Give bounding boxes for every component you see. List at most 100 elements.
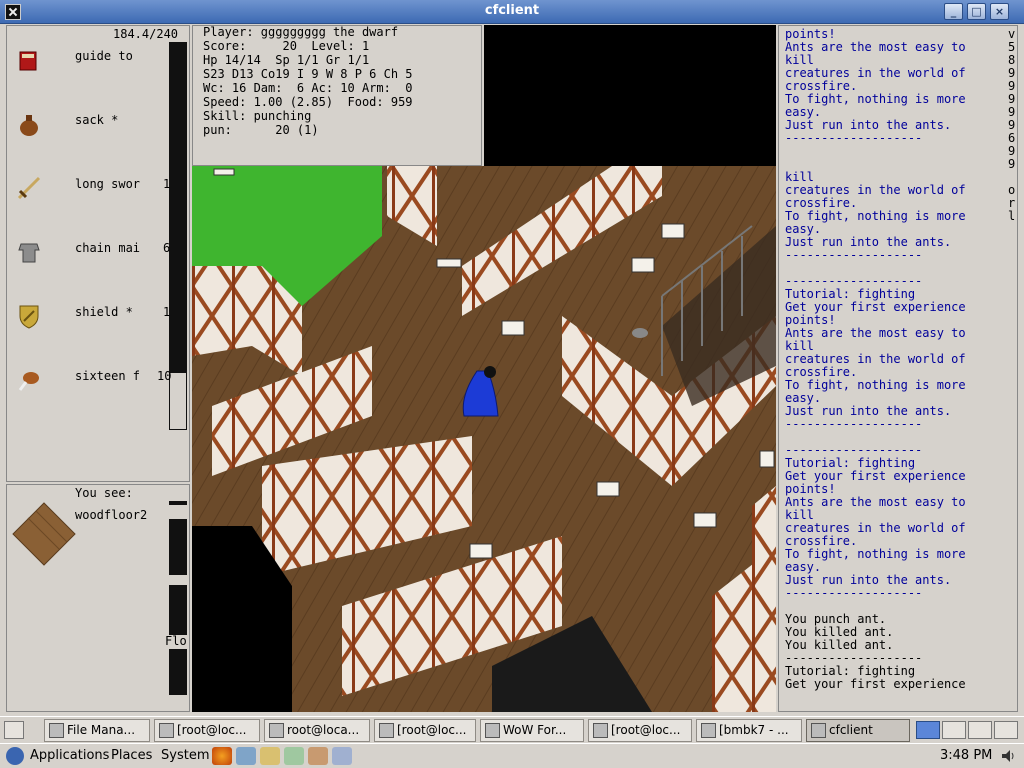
look-scrollbar-3[interactable] — [169, 649, 187, 695]
message-line: ------------------- — [785, 586, 923, 600]
stat-hp: Hp 14/14 Sp 1/1 Gr 1/1 — [203, 53, 370, 67]
inventory-item-label: sack * — [75, 113, 119, 127]
firefox-icon — [485, 723, 500, 738]
impress-launcher-icon[interactable] — [308, 747, 328, 765]
taskbar-button[interactable]: [bmbk7 - ... — [696, 719, 802, 742]
inventory-item-label: guide to — [75, 49, 133, 63]
look-side-label: Flo — [165, 634, 187, 648]
gnome-panel: Applications Places System 3:48 PM — [0, 743, 1024, 768]
folder-icon — [49, 723, 64, 738]
inventory-item[interactable]: long swor 1 — [7, 168, 177, 208]
mail-launcher-icon[interactable] — [236, 747, 256, 765]
show-desktop-button[interactable] — [4, 721, 24, 739]
workspace-2[interactable] — [942, 721, 966, 739]
chainmail-icon — [18, 243, 40, 263]
inventory-item[interactable]: sixteen f 10 — [7, 360, 177, 400]
network-launcher-icon[interactable] — [332, 747, 352, 765]
inventory-item[interactable]: sack * — [7, 104, 177, 144]
minimize-button[interactable]: _ — [944, 3, 963, 20]
message-panel[interactable]: points! Ants are the most easy to kill crea… — [778, 25, 1018, 712]
terminal-icon — [269, 723, 284, 738]
look-scrollbar-top[interactable] — [169, 501, 187, 505]
stat-skill-level: pun: 20 (1) — [203, 123, 319, 137]
writer-launcher-icon[interactable] — [260, 747, 280, 765]
sign — [596, 481, 620, 497]
sign — [501, 320, 525, 336]
taskbar-button[interactable]: [root@loc... — [374, 719, 476, 742]
workspace-4[interactable] — [994, 721, 1018, 739]
taskbar-button[interactable]: [root@loc... — [588, 719, 692, 742]
message-line: ------------------- — [785, 417, 923, 431]
inventory-item-extra: 6 — [163, 241, 171, 255]
taskbar: File Mana... [root@loc... root@loca... [roo… — [0, 716, 1024, 743]
taskbar-button-label: [bmbk7 - ... — [719, 723, 789, 737]
workspace-1[interactable] — [916, 721, 940, 739]
volume-icon[interactable] — [1000, 748, 1016, 764]
terminal-icon — [379, 723, 394, 738]
inventory-item[interactable]: chain mai 6 — [7, 232, 177, 272]
workspace-3[interactable] — [968, 721, 992, 739]
look-scrollbar-2[interactable] — [169, 585, 187, 635]
taskbar-button-label: cfclient — [829, 723, 873, 737]
stats-panel: Player: ggggggggg the dwarf Score: 20 Le… — [192, 25, 482, 166]
look-scrollbar-1[interactable] — [169, 519, 187, 575]
stat-score: Score: 20 Level: 1 — [203, 39, 370, 53]
stat-attributes: S23 D13 Co19 I 9 W 8 P 6 Ch 5 — [203, 67, 413, 81]
sack-icon — [20, 115, 38, 136]
inventory-item-extra: 10 — [157, 369, 172, 383]
look-panel: You see: woodfloor2 Flo — [6, 484, 190, 712]
inventory-item-label: shield * — [75, 305, 133, 319]
menu-applications[interactable]: Applications — [30, 748, 109, 763]
look-header: You see: — [75, 486, 133, 500]
taskbar-button[interactable]: root@loca... — [264, 719, 370, 742]
message-line: ------------------- — [785, 131, 923, 145]
taskbar-button[interactable]: cfclient — [806, 719, 910, 742]
sign — [436, 258, 462, 268]
stat-skill: Skill: punching — [203, 109, 312, 123]
clock[interactable]: 3:48 PM — [940, 748, 992, 763]
sign — [693, 512, 717, 528]
taskbar-button-label: [root@loc... — [177, 723, 247, 737]
taskbar-button-label: [root@loc... — [397, 723, 467, 737]
menu-system[interactable]: System — [161, 748, 209, 763]
stat-speed: Speed: 1.00 (2.85) Food: 959 — [203, 95, 413, 109]
fedora-logo-icon — [6, 747, 24, 765]
maximize-button[interactable]: □ — [967, 3, 986, 20]
inventory-item-extra: 1 — [163, 305, 171, 319]
terminal-icon — [159, 723, 174, 738]
woodfloor-icon[interactable] — [11, 501, 77, 567]
inventory-panel: 184.4/240 guide to sack * long swor 1 ch… — [6, 25, 190, 482]
shield-icon — [19, 305, 39, 329]
inventory-item-label: long swor — [75, 177, 141, 191]
menu-places[interactable]: Places — [111, 748, 152, 763]
taskbar-button[interactable]: WoW For... — [480, 719, 584, 742]
message-line: Get your first experience — [785, 677, 966, 691]
sign — [631, 257, 655, 273]
map-view[interactable] — [192, 166, 776, 712]
message-edge-char: 9 — [1008, 157, 1016, 171]
firefox-launcher-icon[interactable] — [212, 747, 232, 765]
close-button[interactable]: × — [990, 3, 1009, 20]
sign — [213, 168, 235, 176]
inventory-item-extra: 1 — [163, 177, 171, 191]
stat-combat: Wc: 16 Dam: 6 Ac: 10 Arm: 0 — [203, 81, 413, 95]
inventory-item[interactable]: shield * 1 — [7, 296, 177, 336]
editor-icon — [701, 723, 716, 738]
window-titlebar[interactable]: cfclient _ □ × — [0, 0, 1024, 24]
inventory-item[interactable]: guide to — [7, 40, 177, 80]
message-edge-char: l — [1008, 209, 1016, 223]
calc-launcher-icon[interactable] — [284, 747, 304, 765]
taskbar-button[interactable]: File Mana... — [44, 719, 150, 742]
game-map[interactable] — [192, 166, 776, 712]
inventory-item-label: chain mai — [75, 241, 141, 255]
taskbar-button-label: [root@loc... — [611, 723, 681, 737]
book-icon — [19, 51, 37, 71]
cfclient-icon — [811, 723, 826, 738]
taskbar-button[interactable]: [root@loc... — [154, 719, 260, 742]
food-icon — [18, 372, 39, 391]
sword-icon — [17, 176, 41, 200]
sign — [759, 450, 775, 468]
stat-player: Player: ggggggggg the dwarf — [203, 25, 399, 39]
map-unexplored — [484, 25, 776, 166]
helmet-item — [632, 328, 648, 338]
